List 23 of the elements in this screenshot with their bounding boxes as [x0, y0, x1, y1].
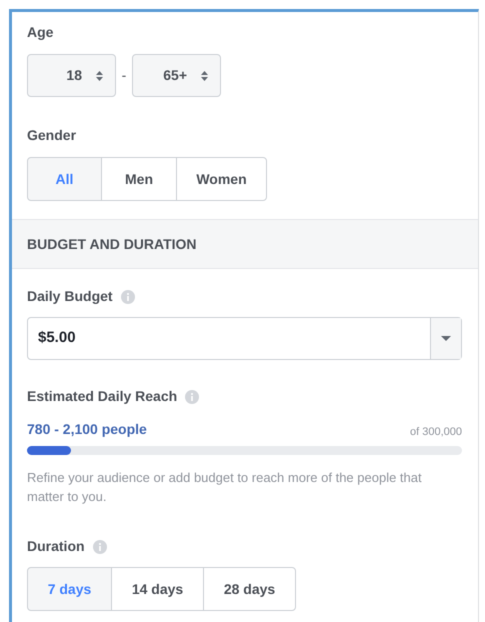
updown-icon [96, 70, 103, 80]
field-label: Daily Budget [27, 287, 113, 306]
range-separator: - [120, 66, 128, 85]
field-label: Duration [27, 537, 85, 556]
age-select[interactable]: 18 [27, 54, 116, 97]
segment-button[interactable]: 28 days [203, 567, 296, 611]
info-icon[interactable] [120, 290, 135, 304]
field-label: Age [27, 23, 54, 42]
age-select[interactable]: 65+ [132, 54, 221, 97]
field-label: Gender [27, 126, 78, 145]
segment-button[interactable]: Women [176, 157, 267, 201]
segment-button[interactable]: Men [101, 157, 177, 201]
updown-icon [201, 70, 208, 80]
dropdown-caret-icon [441, 336, 451, 341]
segment-button[interactable]: 14 days [111, 567, 204, 611]
reach-hint: Refine your audience or add budget to reach more of the people that matter to you. [27, 469, 423, 506]
info-icon[interactable] [92, 540, 107, 554]
section-header: BUDGET AND DURATION [12, 219, 478, 269]
field-label: Estimated Daily Reach [27, 387, 178, 406]
budget-select[interactable]: $5.00 [27, 317, 462, 360]
reach-total: of 300,000 [410, 424, 462, 440]
info-icon[interactable] [185, 390, 200, 404]
reach-range: 780 - 2,100 people [27, 420, 147, 439]
